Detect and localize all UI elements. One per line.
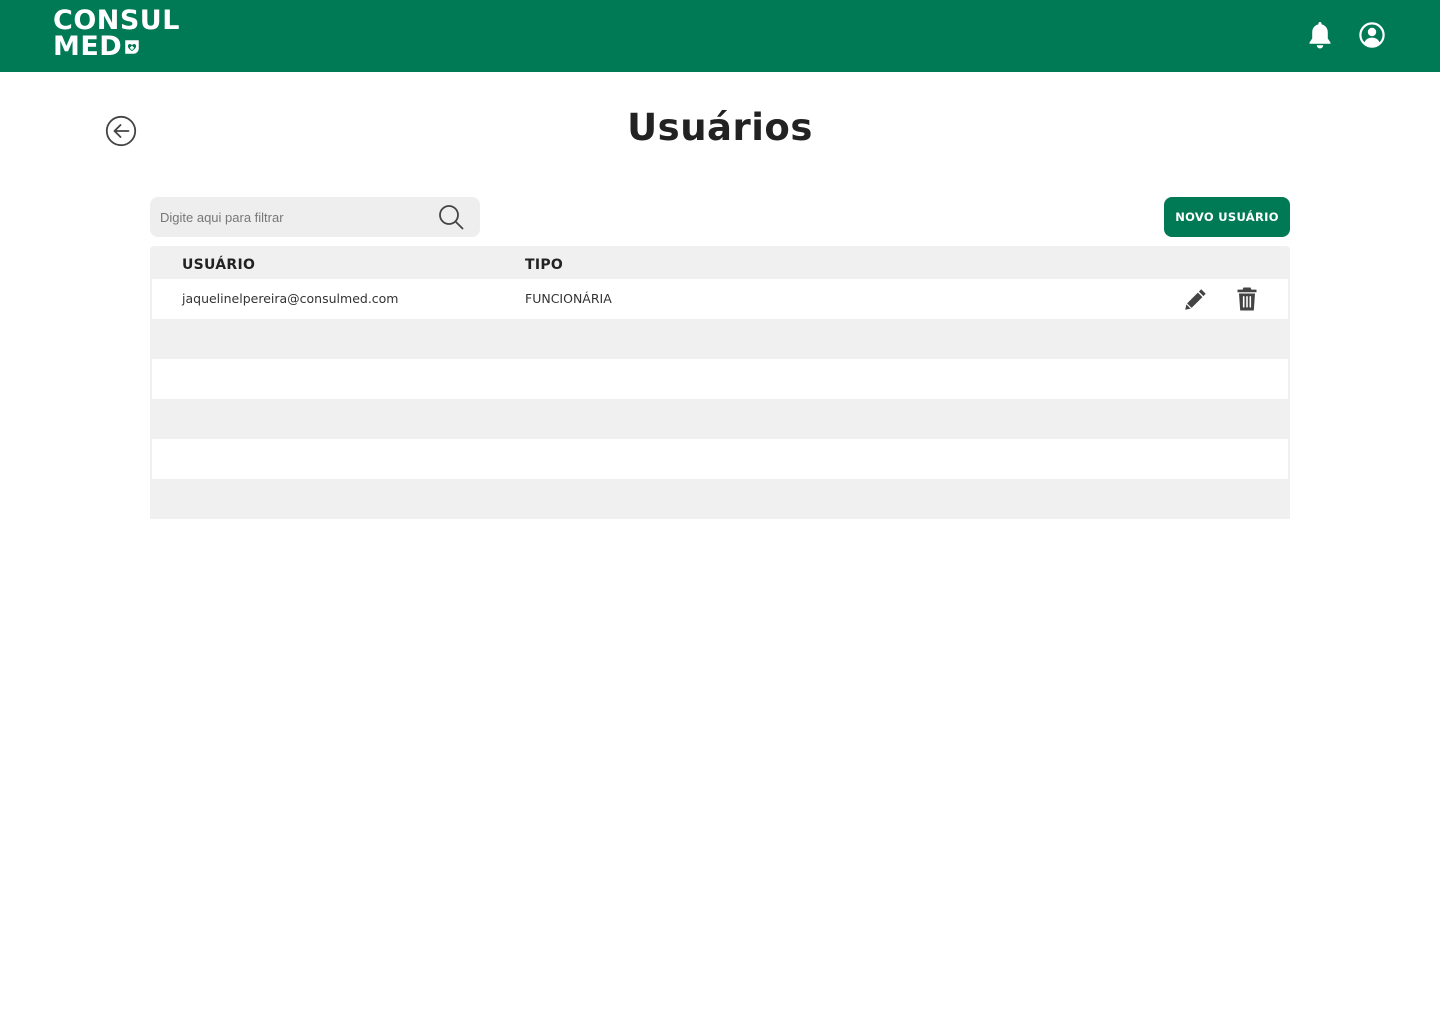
cell-tipo: FUNCIONÁRIA	[525, 291, 612, 306]
column-header-usuario: USUÁRIO	[182, 257, 256, 273]
column-header-tipo: TIPO	[525, 257, 564, 273]
trash-icon[interactable]	[1236, 286, 1258, 312]
table-row	[152, 399, 1288, 439]
new-user-button[interactable]: NOVO USUÁRIO	[1164, 197, 1290, 237]
page-title: Usuários	[627, 106, 813, 149]
bell-icon[interactable]	[1306, 20, 1334, 50]
edit-icon[interactable]	[1184, 287, 1208, 311]
search-field	[150, 197, 480, 237]
heart-icon	[125, 40, 139, 54]
logo: CONSUL MED	[53, 7, 180, 62]
table-row	[152, 439, 1288, 479]
search-input[interactable]	[160, 197, 430, 237]
logo-line-2: MED	[53, 31, 123, 62]
search-icon[interactable]	[437, 203, 465, 231]
cell-usuario: jaquelinelpereira@consulmed.com	[182, 291, 399, 306]
table-row	[152, 319, 1288, 359]
user-circle-icon[interactable]	[1358, 21, 1386, 49]
top-bar: CONSUL MED	[0, 0, 1440, 72]
table-row[interactable]: jaquelinelpereira@consulmed.com FUNCIONÁ…	[152, 279, 1288, 319]
table-header: USUÁRIO TIPO	[150, 246, 1290, 279]
users-table: USUÁRIO TIPO jaquelinelpereira@consulmed…	[150, 246, 1290, 519]
table-row	[152, 479, 1288, 519]
table-row	[152, 359, 1288, 399]
